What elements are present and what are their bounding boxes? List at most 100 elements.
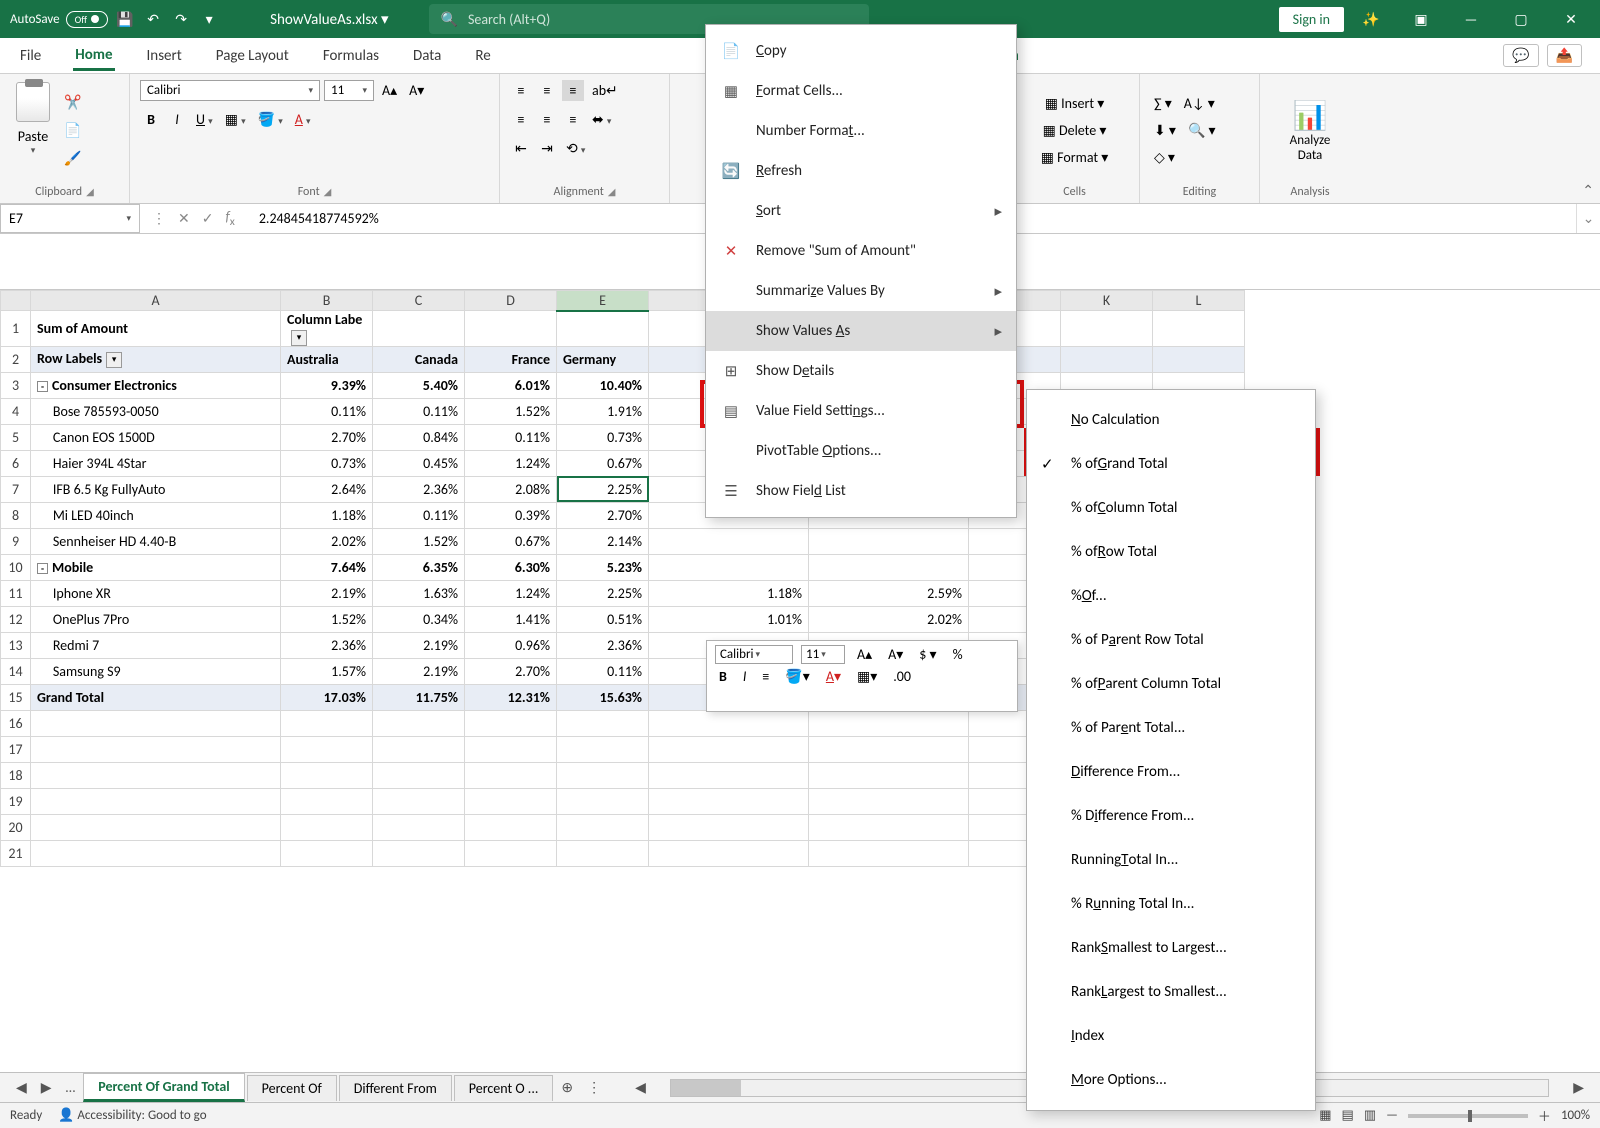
underline-button[interactable]: U ▾ [192, 109, 217, 130]
minimize-icon[interactable]: — [1448, 0, 1494, 38]
row-3[interactable]: 3 [1, 372, 31, 398]
cell[interactable]: 1.57% [281, 658, 373, 684]
cell[interactable]: 2.14% [557, 528, 649, 554]
name-box[interactable]: E7▾ [0, 204, 140, 233]
cell[interactable]: 2.19% [373, 658, 465, 684]
sub-rank-largest[interactable]: Rank Largest to Smallest... [1027, 970, 1315, 1014]
pivot-row-label[interactable]: Bose 785593-0050 [31, 398, 281, 424]
ctx-copy[interactable]: 📄Copy [706, 31, 1016, 71]
close-icon[interactable]: ✕ [1548, 0, 1594, 38]
sub-index[interactable]: Index [1027, 1014, 1315, 1058]
row-8[interactable]: 8 [1, 502, 31, 528]
row-filter-icon[interactable]: ▾ [106, 352, 122, 368]
ctx-remove[interactable]: ✕Remove "Sum of Amount" [706, 231, 1016, 271]
hscroll-left-icon[interactable]: ◀ [629, 1079, 652, 1096]
pivot-row-label[interactable]: Sennheiser HD 4.40-B [31, 528, 281, 554]
comments-button[interactable]: 💬 [1503, 44, 1538, 67]
sheet-tab-4[interactable]: Percent O ... [454, 1075, 554, 1101]
mini-border-icon[interactable]: ▦▾ [853, 668, 881, 685]
cell[interactable]: 1.01% [649, 606, 809, 632]
fill-color-button[interactable]: 🪣 ▾ [254, 109, 287, 130]
ctx-format-cells[interactable]: ▦Format Cells... [706, 71, 1016, 111]
align-left-icon[interactable]: ≡ [510, 109, 532, 130]
zoom-level[interactable]: 100% [1561, 1108, 1590, 1123]
col-A[interactable]: A [31, 291, 281, 311]
sub-pct-row-total[interactable]: % of Row Total [1027, 530, 1315, 574]
row-7[interactable]: 7 [1, 476, 31, 502]
indent-dec-icon[interactable]: ⇤ [510, 138, 532, 159]
sub-pct-running-total[interactable]: % Running Total In... [1027, 882, 1315, 926]
qat-more-icon[interactable]: ▾ [198, 8, 220, 30]
cell[interactable] [809, 528, 969, 554]
mini-currency-icon[interactable]: $ ▾ [915, 646, 940, 663]
zoom-in-icon[interactable]: ＋ [1538, 1106, 1551, 1125]
pivot-row-label[interactable]: Redmi 7 [31, 632, 281, 658]
cell[interactable]: 2.36% [557, 632, 649, 658]
row-5[interactable]: 5 [1, 424, 31, 450]
col-E[interactable]: E [557, 291, 649, 311]
collapse-icon[interactable]: - [37, 563, 48, 574]
collapse-icon[interactable]: - [37, 381, 48, 392]
cell[interactable] [809, 554, 969, 580]
fbar-dropdown-icon[interactable]: ⋮ [152, 210, 166, 227]
sign-in-button[interactable]: Sign in [1279, 7, 1344, 32]
pivot-row-label[interactable]: Mi LED 40inch [31, 502, 281, 528]
fx-icon[interactable]: fx [225, 208, 234, 229]
ctx-pivot-options[interactable]: PivotTable Options... [706, 431, 1016, 471]
cell[interactable]: 1.52% [373, 528, 465, 554]
save-icon[interactable]: 💾 [114, 8, 136, 30]
mini-grow-font-icon[interactable]: A▴ [853, 646, 876, 663]
paste-button[interactable]: Paste ▾ [10, 80, 56, 180]
fill-icon[interactable]: ⬇ ▾ [1150, 120, 1180, 141]
cut-icon[interactable]: ✂️ [62, 91, 84, 113]
pivot-row-label[interactable]: Canon EOS 1500D [31, 424, 281, 450]
cell[interactable]: 0.45% [373, 450, 465, 476]
row-2[interactable]: 2 [1, 346, 31, 372]
sheet-all-icon[interactable]: … [60, 1079, 82, 1096]
cell[interactable]: 0.39% [465, 502, 557, 528]
cell[interactable] [649, 554, 809, 580]
autosum-icon[interactable]: ∑ ▾ [1150, 93, 1176, 114]
cell[interactable]: 1.24% [465, 580, 557, 606]
indent-inc-icon[interactable]: ⇥ [536, 138, 558, 159]
italic-button[interactable]: I [166, 109, 188, 130]
row-11[interactable]: 11 [1, 580, 31, 606]
cell[interactable]: 6.35% [373, 554, 465, 580]
ctx-show-field-list[interactable]: ☰Show Field List [706, 471, 1016, 511]
cell[interactable]: 2.64% [281, 476, 373, 502]
cell[interactable]: 0.67% [465, 528, 557, 554]
col-filter-icon[interactable]: ▾ [291, 330, 307, 346]
col-D[interactable]: D [465, 291, 557, 311]
row-1[interactable]: 1 [1, 311, 31, 347]
sort-filter-icon[interactable]: A↓ ▾ [1180, 93, 1219, 114]
cell[interactable]: 2.70% [281, 424, 373, 450]
col-C[interactable]: C [373, 291, 465, 311]
sub-running-total[interactable]: Running Total In... [1027, 838, 1315, 882]
mini-align-icon[interactable]: ≡ [758, 668, 773, 685]
mini-font-select[interactable]: Calibri▾ [715, 645, 793, 664]
alignment-launcher-icon[interactable]: ◢ [608, 185, 616, 198]
pivot-row-label[interactable]: IFB 6.5 Kg FullyAuto [31, 476, 281, 502]
row-13[interactable]: 13 [1, 632, 31, 658]
mini-size-select[interactable]: 11▾ [801, 645, 845, 664]
cell[interactable]: 7.64% [281, 554, 373, 580]
wrap-text-icon[interactable]: ab↵ [588, 80, 622, 101]
cancel-icon[interactable]: ✕ [178, 210, 190, 227]
cell[interactable]: 12.31% [465, 684, 557, 710]
sub-more-options[interactable]: More Options... [1027, 1058, 1315, 1102]
copy-icon[interactable]: 📄 [62, 119, 84, 141]
cell[interactable]: 0.11% [281, 398, 373, 424]
filename[interactable]: ShowValueAs.xlsx ▾ [270, 10, 388, 29]
sub-pct-parent-column[interactable]: % of Parent Column Total [1027, 662, 1315, 706]
status-accessibility[interactable]: 👤 Accessibility: Good to go [58, 1108, 206, 1123]
view-page-break-icon[interactable]: ▥ [1364, 1108, 1376, 1123]
cell[interactable]: 2.36% [281, 632, 373, 658]
sub-rank-smallest[interactable]: Rank Smallest to Largest... [1027, 926, 1315, 970]
new-sheet-icon[interactable]: ⊕ [555, 1079, 579, 1096]
cell[interactable]: 2.19% [281, 580, 373, 606]
cell[interactable]: 0.11% [373, 398, 465, 424]
pivot-row-label[interactable]: -Mobile [31, 554, 281, 580]
delete-cells-button[interactable]: ▦ Delete ▾ [1020, 120, 1129, 141]
row-14[interactable]: 14 [1, 658, 31, 684]
pivot-row-label[interactable]: Samsung S9 [31, 658, 281, 684]
